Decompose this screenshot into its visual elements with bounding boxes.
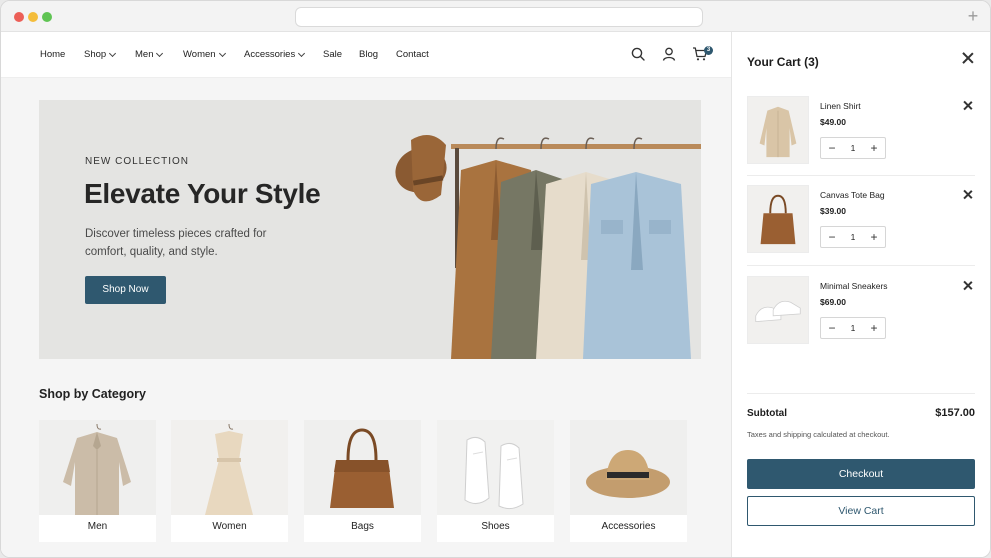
minimize-window-button[interactable]: [28, 12, 38, 22]
nav-contact[interactable]: Contact: [396, 49, 429, 60]
item-price: $39.00: [820, 206, 846, 216]
store-page: Home Shop Men Women Accessories Sale Blo…: [1, 32, 731, 557]
chevron-down-icon: [218, 49, 226, 57]
nav-label: Contact: [396, 49, 429, 60]
user-icon[interactable]: [661, 46, 677, 62]
remove-item-icon[interactable]: [963, 281, 972, 290]
close-window-button[interactable]: [14, 12, 24, 22]
quantity-stepper: − 1 +: [820, 317, 886, 339]
hero-description: Discover timeless pieces crafted for com…: [85, 228, 267, 258]
browser-window: + Home Shop Men Women Accessories Sale B…: [0, 0, 991, 558]
hero-title: Elevate Your Style: [84, 178, 321, 209]
shop-by-category-heading: Shop by Category: [39, 387, 146, 401]
close-cart-icon[interactable]: [962, 52, 974, 64]
new-tab-plus-icon[interactable]: +: [964, 7, 982, 25]
decrease-quantity-button[interactable]: −: [821, 227, 843, 247]
nav-label: Shop: [84, 49, 107, 60]
category-label: Men: [87, 521, 108, 532]
quantity-value[interactable]: 1: [843, 318, 863, 338]
view-cart-button[interactable]: View Cart: [747, 496, 975, 526]
quantity-stepper: − 1 +: [820, 226, 886, 248]
item-price: $49.00: [820, 117, 846, 127]
title-bar: +: [1, 1, 990, 32]
remove-item-icon[interactable]: [963, 190, 972, 199]
subtotal-value: $157.00: [935, 407, 975, 419]
tax-note: Taxes and shipping calculated at checkou…: [747, 430, 890, 439]
nav-home[interactable]: Home: [40, 49, 65, 60]
nav-label: Women: [183, 49, 216, 60]
sneakers-image: [437, 420, 554, 515]
cart-count-badge: 3: [704, 46, 713, 55]
remove-item-icon[interactable]: [963, 101, 972, 110]
nav-women[interactable]: Women: [183, 49, 226, 60]
chevron-down-icon: [298, 49, 306, 57]
cart-item-linen-shirt: Linen Shirt $49.00 − 1 +: [747, 96, 975, 176]
increase-quantity-button[interactable]: +: [863, 138, 885, 158]
sneakers-thumbnail: [747, 276, 809, 344]
zoom-window-button[interactable]: [42, 12, 52, 22]
hero-clothing-rack-image: [395, 135, 701, 359]
nav-men[interactable]: Men: [135, 49, 164, 60]
cart-title: Your Cart (3): [747, 55, 819, 69]
nav-blog[interactable]: Blog: [359, 49, 378, 60]
category-label: Accessories: [601, 521, 656, 532]
category-label: Women: [212, 521, 247, 532]
tote-bag-thumbnail: [747, 185, 809, 253]
subtotal-label: Subtotal: [747, 408, 787, 419]
quantity-stepper: − 1 +: [820, 137, 886, 159]
women-dress-image: [171, 420, 288, 515]
increase-quantity-button[interactable]: +: [863, 318, 885, 338]
linen-shirt-thumbnail: [747, 96, 809, 164]
quantity-value[interactable]: 1: [843, 227, 863, 247]
nav-sale[interactable]: Sale: [323, 49, 342, 60]
divider: [747, 175, 975, 176]
item-name: Linen Shirt: [820, 101, 861, 111]
men-shirt-image: [39, 420, 156, 515]
nav-label: Home: [40, 49, 66, 60]
hero-kicker: NEW COLLECTION: [85, 156, 190, 167]
nav-shop[interactable]: Shop: [84, 49, 117, 60]
hero-banner: NEW COLLECTION Elevate Your Style Discov…: [39, 100, 701, 359]
nav-label: Accessories: [244, 49, 296, 60]
bag-image: [304, 420, 421, 515]
category-label: Bags: [351, 521, 374, 532]
category-label: Shoes: [481, 521, 510, 532]
item-price: $69.00: [820, 297, 846, 307]
hat-image: [570, 420, 687, 515]
category-card-accessories[interactable]: Accessories: [570, 420, 687, 542]
category-card-bags[interactable]: Bags: [304, 420, 421, 542]
checkout-button[interactable]: Checkout: [747, 459, 975, 489]
nav-label: Sale: [323, 49, 343, 60]
item-name: Canvas Tote Bag: [820, 190, 885, 200]
cart-item-minimal-sneakers: Minimal Sneakers $69.00 − 1 +: [747, 276, 975, 356]
divider: [747, 265, 975, 266]
chevron-down-icon: [156, 49, 164, 57]
increase-quantity-button[interactable]: +: [863, 227, 885, 247]
decrease-quantity-button[interactable]: −: [821, 318, 843, 338]
nav-label: Blog: [359, 49, 379, 60]
search-icon[interactable]: [630, 46, 646, 62]
nav-label: Men: [135, 49, 154, 60]
item-name: Minimal Sneakers: [820, 281, 888, 291]
category-card-men[interactable]: Men: [39, 420, 156, 542]
chevron-down-icon: [109, 49, 117, 57]
address-bar[interactable]: [295, 7, 703, 27]
cart-item-canvas-tote-bag: Canvas Tote Bag $39.00 − 1 +: [747, 185, 975, 265]
decrease-quantity-button[interactable]: −: [821, 138, 843, 158]
top-navigation: Home Shop Men Women Accessories Sale Blo…: [1, 32, 731, 78]
quantity-value[interactable]: 1: [843, 138, 863, 158]
category-card-women[interactable]: Women: [171, 420, 288, 542]
category-card-shoes[interactable]: Shoes: [437, 420, 554, 542]
divider: [747, 393, 975, 394]
cart-drawer: Your Cart (3) Linen Shirt $49.00 − 1 + C…: [731, 32, 990, 557]
shop-now-button[interactable]: Shop Now: [85, 276, 166, 304]
nav-accessories[interactable]: Accessories: [244, 49, 306, 60]
